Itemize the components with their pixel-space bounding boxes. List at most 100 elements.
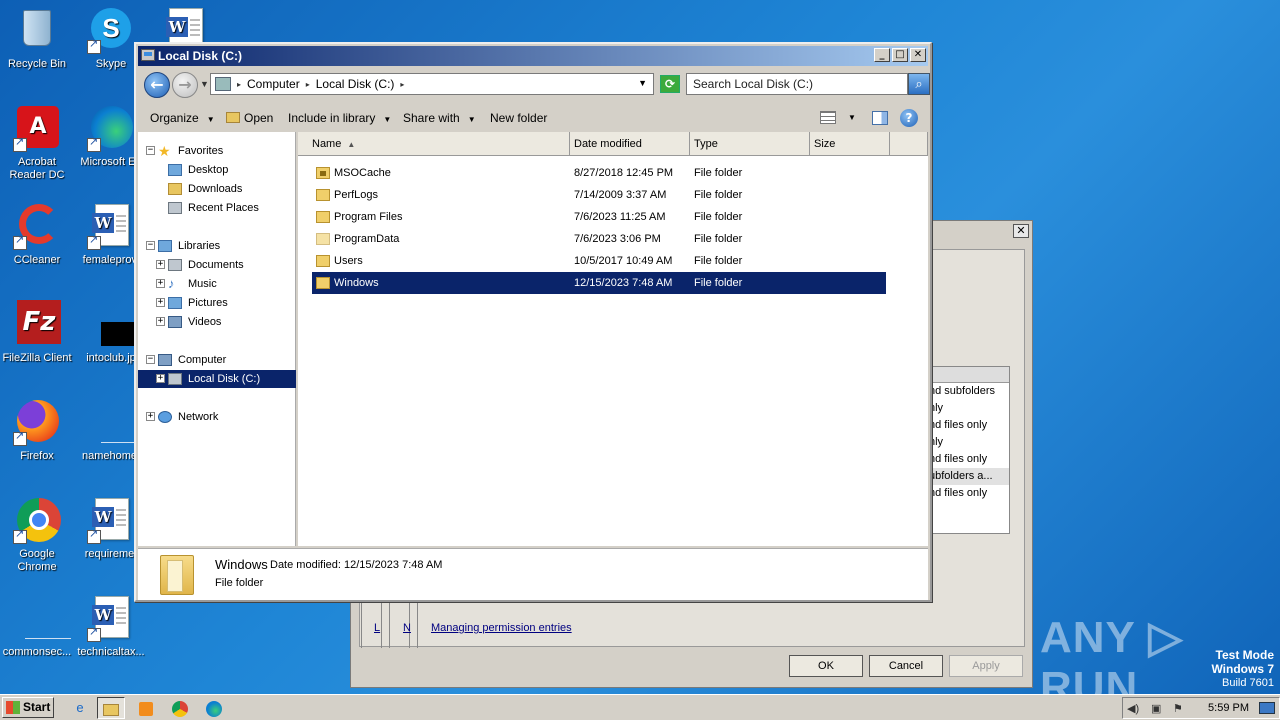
expand-icon[interactable]: + — [156, 374, 165, 383]
tree-item-recent-places[interactable]: Recent Places — [138, 199, 296, 217]
search-icon[interactable]: ⌕ — [908, 73, 930, 95]
desktop-icon-ccleaner[interactable]: CCleaner — [0, 202, 74, 267]
tree-item-downloads[interactable]: Downloads — [138, 180, 296, 198]
file-type: File folder — [694, 277, 743, 289]
chevron-right-icon[interactable]: ▸ — [400, 80, 404, 89]
table-row[interactable]: Users 10/5/2017 10:49 AM File folder — [312, 250, 886, 272]
collapse-icon[interactable]: − — [146, 355, 155, 364]
chevron-right-icon[interactable]: ▸ — [237, 80, 241, 89]
tree-item-desktop[interactable]: Desktop — [138, 161, 296, 179]
column-header-size[interactable]: Size — [810, 132, 890, 156]
desktop-icon-firefox[interactable]: Firefox — [0, 398, 74, 463]
speaker-icon[interactable]: ◀) — [1127, 702, 1139, 715]
tree-item-videos[interactable]: + Videos — [138, 313, 296, 331]
skype-icon: S — [87, 6, 135, 54]
expand-icon[interactable]: + — [156, 260, 165, 269]
videos-icon — [168, 316, 182, 328]
locked-folder-icon — [316, 167, 330, 179]
open-button[interactable]: Open — [226, 111, 273, 125]
expand-icon[interactable]: + — [146, 412, 155, 421]
view-dropdown-icon[interactable]: ▼ — [848, 113, 856, 122]
desktop-icon-chrome[interactable]: Google Chrome — [0, 496, 74, 574]
desktop-icon-technicaltax[interactable]: technicaltax... — [74, 594, 148, 659]
breadcrumb-computer[interactable]: Computer — [247, 77, 300, 91]
computer-icon — [215, 77, 231, 91]
desktop-icon-commonsec[interactable]: commonsec... — [0, 594, 74, 659]
tree-item-local-disk[interactable]: + Local Disk (C:) — [138, 370, 296, 388]
tree-label: Libraries — [178, 240, 221, 252]
media-player-icon[interactable] — [132, 697, 160, 719]
desktop-icon-filezilla[interactable]: Fz FileZilla Client — [0, 300, 74, 365]
column-header-date[interactable]: Date modified — [570, 132, 690, 156]
table-row[interactable]: MSOCache 8/27/2018 12:45 PM File folder — [312, 162, 886, 184]
forward-button[interactable]: → — [172, 72, 198, 98]
list-item[interactable]: ubfolders a... — [927, 468, 1009, 485]
expand-icon[interactable]: + — [156, 298, 165, 307]
column-label: Name — [312, 138, 342, 150]
table-row[interactable]: Program Files 7/6/2023 11:25 AM File fol… — [312, 206, 886, 228]
refresh-button[interactable]: ⟳ — [660, 75, 680, 93]
network-icon[interactable]: ▣ — [1151, 702, 1161, 715]
help-icon[interactable]: ? — [900, 109, 918, 127]
table-row[interactable]: ProgramData 7/6/2023 3:06 PM File folder — [312, 228, 886, 250]
list-item[interactable]: nd files only — [927, 451, 1009, 468]
preview-pane-icon[interactable] — [872, 111, 888, 125]
tree-item-music[interactable]: + ♪ Music — [138, 275, 296, 293]
column-header-type[interactable]: Type — [690, 132, 810, 156]
cancel-button[interactable]: Cancel — [869, 655, 943, 677]
back-button[interactable]: ← — [144, 72, 170, 98]
tree-item-libraries[interactable]: − Libraries — [138, 237, 296, 255]
explorer-window: Local Disk (C:) _ □ ✕ ← → ▼ ▸ Computer ▸… — [134, 42, 932, 602]
explorer-taskbar-icon[interactable] — [97, 697, 125, 719]
chrome-taskbar-icon[interactable] — [166, 697, 194, 719]
close-button[interactable]: ✕ — [910, 48, 926, 62]
column-header-name[interactable]: Name ▲ — [298, 132, 570, 156]
share-with-menu[interactable]: Share with ▼ — [403, 111, 476, 125]
address-dropdown-icon[interactable]: ▼ — [638, 78, 647, 88]
list-item[interactable]: nd files only — [927, 417, 1009, 434]
breadcrumb-local-disk[interactable]: Local Disk (C:) — [316, 77, 395, 91]
tree-item-favorites[interactable]: − ★ Favorites — [138, 142, 296, 160]
view-options-icon[interactable] — [820, 111, 836, 124]
recent-pages-dropdown-icon[interactable]: ▼ — [200, 79, 209, 89]
internet-explorer-icon[interactable]: e — [66, 697, 94, 719]
collapse-icon[interactable]: − — [146, 241, 155, 250]
expand-icon[interactable]: + — [156, 279, 165, 288]
show-desktop-icon[interactable] — [1259, 702, 1275, 714]
maximize-button[interactable]: □ — [892, 48, 908, 62]
tree-item-network[interactable]: + Network — [138, 408, 296, 426]
desktop-icon-recycle-bin[interactable]: Recycle Bin — [0, 6, 74, 71]
table-row-selected[interactable]: Windows 12/15/2023 7:48 AM File folder — [312, 272, 886, 294]
clock[interactable]: 5:59 PM — [1208, 702, 1249, 714]
ok-button[interactable]: OK — [789, 655, 863, 677]
list-item[interactable]: nd subfolders — [927, 383, 1009, 400]
new-folder-button[interactable]: New folder — [490, 111, 547, 125]
folder-icon — [316, 277, 330, 289]
tree-item-computer[interactable]: − Computer — [138, 351, 296, 369]
list-item[interactable]: nd files only — [927, 485, 1009, 502]
desktop-icon-acrobat[interactable]: A Acrobat Reader DC — [0, 104, 74, 182]
list-item[interactable]: nly — [927, 400, 1009, 417]
address-box[interactable]: ▸ Computer ▸ Local Disk (C:) ▸ ▼ — [210, 73, 654, 95]
flag-icon[interactable]: ⚑ — [1173, 702, 1183, 715]
minimize-button[interactable]: _ — [874, 48, 890, 62]
table-row[interactable]: PerfLogs 7/14/2009 3:37 AM File folder — [312, 184, 886, 206]
expand-icon[interactable]: + — [156, 317, 165, 326]
link-fragment[interactable]: N — [403, 622, 411, 634]
collapse-icon[interactable]: − — [146, 146, 155, 155]
chevron-right-icon[interactable]: ▸ — [306, 80, 310, 89]
permissions-list[interactable]: nd subfolders nly nd files only nly nd f… — [926, 366, 1010, 534]
search-input[interactable]: Search Local Disk (C:) — [686, 73, 908, 95]
close-button[interactable]: ✕ — [1013, 224, 1029, 238]
title-bar[interactable]: Local Disk (C:) _ □ ✕ — [138, 46, 928, 66]
tree-item-documents[interactable]: + Documents — [138, 256, 296, 274]
edge-taskbar-icon[interactable] — [200, 697, 228, 719]
include-in-library-menu[interactable]: Include in library ▼ — [288, 111, 391, 125]
apply-button[interactable]: Apply — [949, 655, 1023, 677]
link-fragment[interactable]: L — [374, 622, 380, 634]
start-button[interactable]: Start — [2, 697, 54, 718]
organize-menu[interactable]: Organize ▼ — [150, 111, 215, 125]
list-item[interactable]: nly — [927, 434, 1009, 451]
managing-permission-entries-link[interactable]: Managing permission entries — [431, 622, 572, 634]
tree-item-pictures[interactable]: + Pictures — [138, 294, 296, 312]
